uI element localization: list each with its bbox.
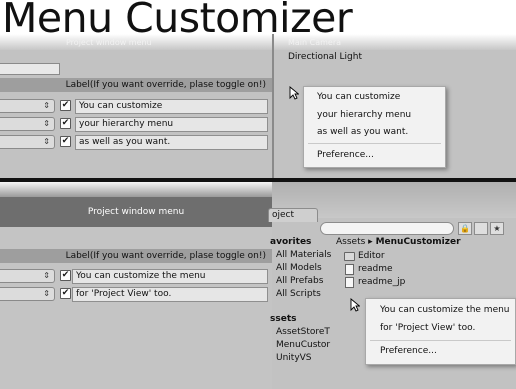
text-file-icon (345, 277, 354, 288)
context-menu-item[interactable]: You can customize (317, 92, 400, 102)
override-checkbox[interactable]: ✔ (60, 270, 71, 281)
hierarchy-settings-panel: Label(If you want override, plase toggle… (0, 50, 272, 178)
hierarchy-view-top: Main Camera (274, 34, 516, 50)
menu-label-field[interactable]: You can customize (75, 99, 268, 114)
preference-menu-item[interactable]: Preference... (380, 346, 437, 356)
project-menu-row: ⇕ ✔ for 'Project View' too. (0, 287, 272, 302)
menu-label-field[interactable]: You can customize the menu (72, 269, 268, 284)
breadcrumb-root[interactable]: Assets (336, 237, 365, 247)
context-menu-item[interactable]: You can customize the menu (380, 305, 510, 315)
text-file-icon (345, 264, 354, 275)
assets-tree-item[interactable]: MenuCustor (276, 340, 330, 350)
label-override-row: Label(If you want override, plase toggle… (0, 249, 272, 263)
hierarchy-context-menu: You can customize your hierarchy menu as… (303, 86, 446, 168)
hierarchy-menu-row: ⇕ ✔ as well as you want. (0, 135, 272, 150)
item-type-dropdown[interactable]: ⇕ (0, 135, 55, 149)
context-menu-item[interactable]: for 'Project View' too. (380, 323, 475, 333)
dropdown-arrow-icon: ⇕ (43, 289, 50, 298)
hierarchy-menu-row: ⇕ ✔ You can customize (0, 99, 272, 114)
folder-icon (344, 252, 355, 261)
dropdown-arrow-icon: ⇕ (43, 137, 50, 146)
dropdown-arrow-icon: ⇕ (43, 101, 50, 110)
favorites-item[interactable]: All Scripts (276, 289, 321, 299)
filter-input[interactable] (0, 63, 60, 75)
breadcrumb: Assets ▸ MenuCustomizer (336, 237, 461, 247)
label-override-row: Label(If you want override, plase toggle… (0, 78, 272, 92)
search-input[interactable] (320, 222, 454, 235)
override-checkbox[interactable]: ✔ (60, 118, 71, 129)
menu-separator (308, 143, 441, 144)
directional-light-item[interactable]: Directional Light (288, 52, 362, 62)
favorites-item[interactable]: All Prefabs (276, 276, 323, 286)
tab-project[interactable]: oject (268, 208, 318, 222)
context-menu-item[interactable]: as well as you want. (317, 127, 408, 137)
item-type-dropdown[interactable]: ⇕ (0, 117, 55, 131)
dropdown-arrow-icon: ⇕ (43, 271, 50, 280)
dropdown-arrow-icon: ⇕ (43, 119, 50, 128)
project-context-menu: You can customize the menu for 'Project … (365, 298, 516, 365)
file-list-item[interactable]: readme_jp (358, 277, 405, 287)
item-type-dropdown[interactable]: ⇕ (0, 269, 55, 283)
favorite-star-icon[interactable]: ★ (490, 222, 504, 235)
favorites-heading[interactable]: avorites (270, 237, 311, 247)
breadcrumb-separator-icon: ▸ (368, 237, 373, 247)
item-type-dropdown[interactable]: ⇕ (0, 287, 55, 301)
menu-separator (370, 340, 511, 341)
mouse-cursor-icon (289, 86, 299, 100)
filter-by-label-icon[interactable] (474, 222, 488, 235)
favorites-item[interactable]: All Models (276, 263, 322, 273)
menu-label-field[interactable]: your hierarchy menu (75, 117, 268, 132)
breadcrumb-current[interactable]: MenuCustomizer (376, 237, 461, 247)
hierarchy-menu-row: ⇕ ✔ your hierarchy menu (0, 117, 272, 132)
preference-menu-item[interactable]: Preference... (317, 150, 374, 160)
project-window-menu-ghost-header: Project window menu (66, 38, 152, 47)
file-list-item[interactable]: Editor (358, 251, 385, 261)
context-menu-item[interactable]: your hierarchy menu (317, 110, 411, 120)
panel-fade (0, 182, 272, 197)
project-window-menu-header: Project window menu (0, 197, 272, 227)
hierarchy-panel-top: Project window menu (0, 34, 272, 50)
project-settings-panel: Project window menu Label(If you want ov… (0, 182, 272, 389)
override-checkbox[interactable]: ✔ (60, 288, 71, 299)
override-checkbox[interactable]: ✔ (60, 100, 71, 111)
main-camera-item[interactable]: Main Camera (288, 38, 341, 47)
filter-by-type-icon[interactable]: 🔒 (458, 222, 472, 235)
override-checkbox[interactable]: ✔ (60, 136, 71, 147)
mouse-cursor-icon (350, 298, 360, 312)
menu-label-field[interactable]: as well as you want. (75, 135, 268, 150)
file-list-item[interactable]: readme (358, 264, 393, 274)
menu-label-field[interactable]: for 'Project View' too. (72, 287, 268, 302)
assets-tree-item[interactable]: AssetStoreT (276, 327, 330, 337)
assets-tree-item[interactable]: UnityVS (276, 353, 312, 363)
favorites-item[interactable]: All Materials (276, 250, 331, 260)
assets-heading[interactable]: ssets (270, 314, 296, 324)
item-type-dropdown[interactable]: ⇕ (0, 99, 55, 113)
project-menu-row: ⇕ ✔ You can customize the menu (0, 269, 272, 284)
